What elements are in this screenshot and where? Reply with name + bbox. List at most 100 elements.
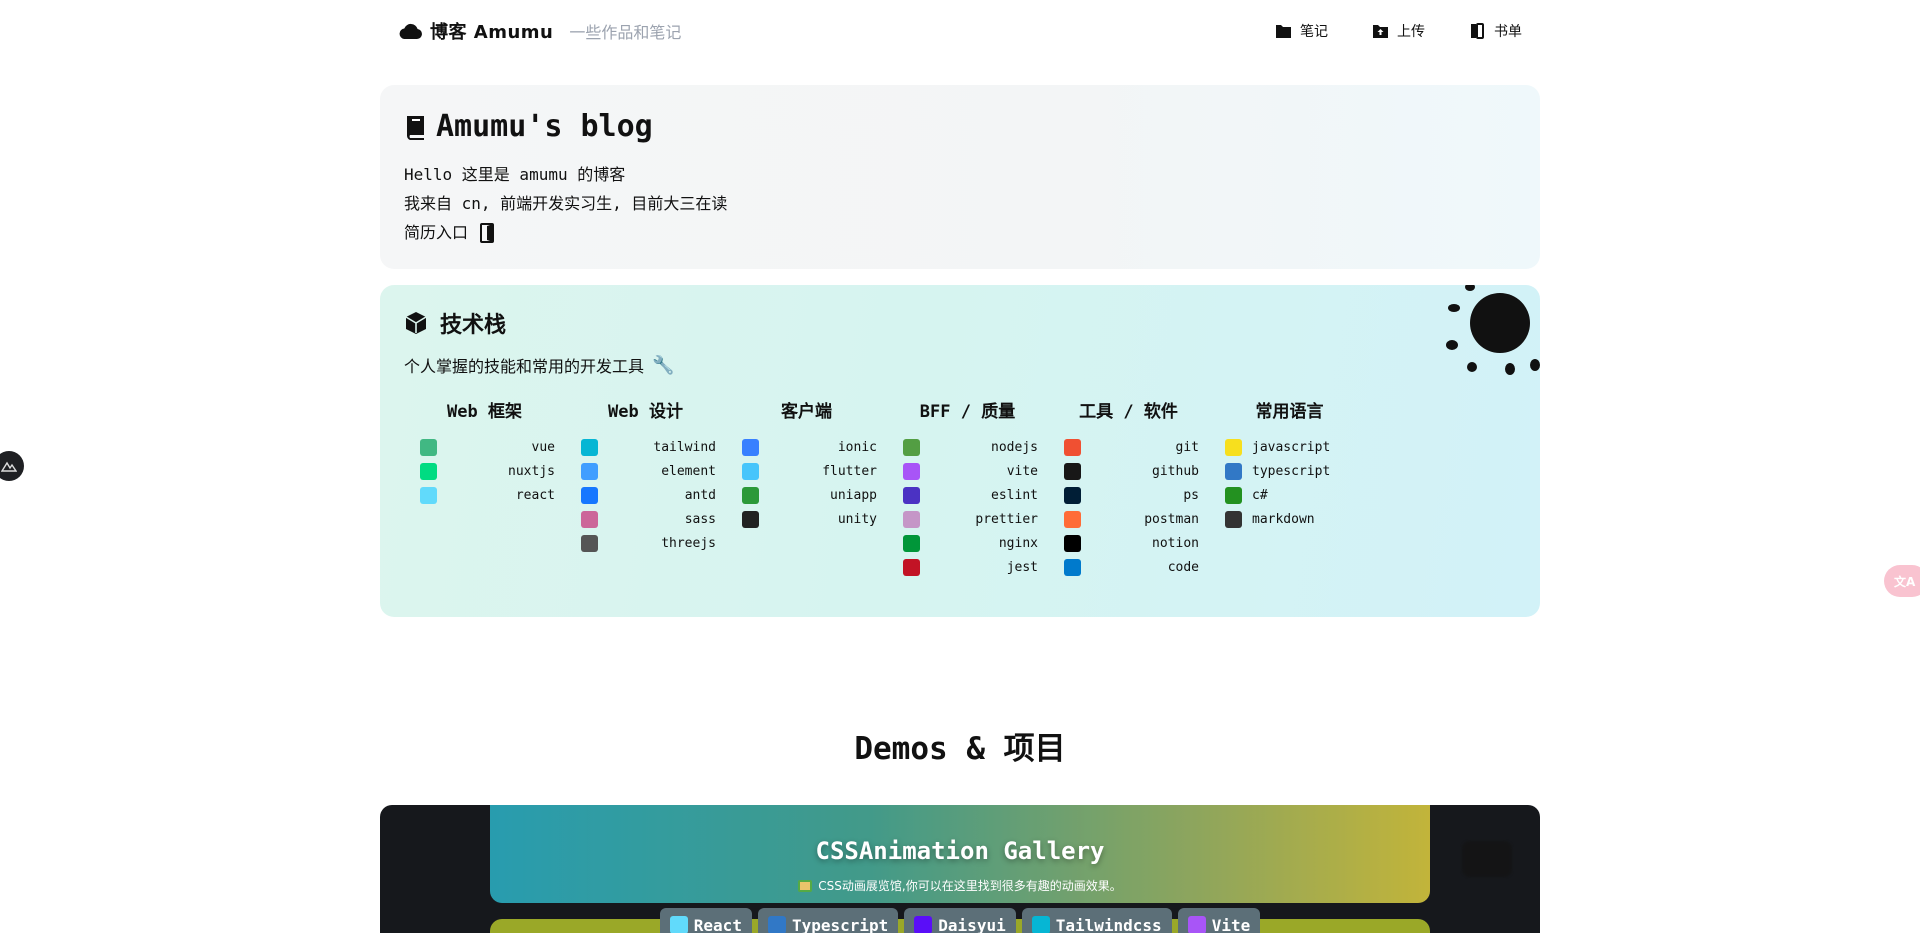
tech-item-label: vite xyxy=(1006,463,1038,479)
tech-item-label: eslint xyxy=(991,487,1038,503)
threejs-icon xyxy=(581,534,598,552)
postman-icon xyxy=(1064,510,1081,528)
book-icon xyxy=(407,115,424,140)
cube-icon xyxy=(405,312,427,334)
tech-tag-label: Typescript xyxy=(791,915,889,933)
tech-column-heading: Web 框架 xyxy=(447,402,522,422)
tech-item: nodejs xyxy=(887,435,1048,459)
tech-item-label: element xyxy=(661,463,716,479)
tech-column-heading: BFF / 质量 xyxy=(919,402,1016,422)
uniapp-icon xyxy=(742,486,759,504)
vue-icon xyxy=(420,438,437,456)
sun-decoration-icon xyxy=(1446,285,1540,375)
tech-tag: Tailwindcss xyxy=(1021,908,1172,933)
side-toggle-button[interactable] xyxy=(0,451,24,481)
tech-item-label: uniapp xyxy=(830,487,877,503)
typescript-icon xyxy=(767,916,786,933)
tech-tag-label: Vite xyxy=(1211,915,1251,933)
tech-column: 客户端 ionic flutter uniapp unity xyxy=(726,397,887,579)
tech-column-heading: 常用语言 xyxy=(1255,402,1324,422)
tech-column: 工具 / 软件 git github ps postman notion code xyxy=(1048,397,1209,579)
tech-item-label: tailwind xyxy=(653,439,716,455)
translate-icon: 文A xyxy=(1894,574,1916,589)
tech-item-label: c# xyxy=(1252,487,1268,503)
tech-tag-label: Daisyui xyxy=(938,915,1006,933)
tech-tag-label: Tailwindcss xyxy=(1055,915,1162,933)
blog-intro-card: Amumu's blog Hello 这里是 amumu 的博客 我来自 cn,… xyxy=(380,85,1540,269)
tech-item-label: postman xyxy=(1144,511,1199,527)
prettier-icon xyxy=(903,510,920,528)
translate-button[interactable]: 文A xyxy=(1884,565,1920,597)
nav-item-upload[interactable]: 上传 xyxy=(1372,21,1425,41)
wrench-icon: 🔧 xyxy=(652,354,675,376)
tech-item-label: code xyxy=(1167,559,1199,575)
nginx-icon xyxy=(903,534,920,552)
tech-columns: Web 框架 vue nuxtjs react Web 设计 tailwind elemen… xyxy=(404,397,1370,579)
tech-stack-card: 技术栈 个人掌握的技能和常用的开发工具 🔧 Web 框架 vue nuxtjs rea… xyxy=(380,285,1540,617)
nodejs-icon xyxy=(903,438,920,456)
tech-item: nginx xyxy=(887,531,1048,555)
tech-item: code xyxy=(1048,555,1209,579)
tech-item-label: flutter xyxy=(822,463,877,479)
tech-item-label: nodejs xyxy=(991,439,1038,455)
tech-item: notion xyxy=(1048,531,1209,555)
nav-item-books[interactable]: 书单 xyxy=(1469,21,1522,41)
tech-item: c# xyxy=(1209,483,1370,507)
tech-column-heading: 客户端 xyxy=(781,402,832,422)
github-icon xyxy=(1064,462,1081,480)
tech-column-heading: 工具 / 软件 xyxy=(1079,402,1178,422)
sass-icon xyxy=(581,510,598,528)
react-icon xyxy=(420,486,437,504)
tech-tag: Vite xyxy=(1177,908,1261,933)
demos-section-title: Demos & 项目 xyxy=(854,731,1066,767)
element-icon xyxy=(581,462,598,480)
tech-item-label: ps xyxy=(1183,487,1199,503)
door-enter-icon xyxy=(480,222,495,243)
vite-icon xyxy=(903,462,920,480)
nav-item-label: 上传 xyxy=(1397,24,1425,40)
tech-stack-subtitle-text: 个人掌握的技能和常用的开发工具 xyxy=(404,357,645,376)
notion-icon xyxy=(1064,534,1081,552)
jest-icon xyxy=(903,558,920,576)
tech-item: vue xyxy=(404,435,565,459)
tech-item-label: nuxtjs xyxy=(508,463,555,479)
tech-item: prettier xyxy=(887,507,1048,531)
brand-subtitle: 一些作品和笔记 xyxy=(569,23,682,42)
books-icon xyxy=(1471,23,1484,39)
tech-item-label: sass xyxy=(684,511,716,527)
top-navbar: 博客 Amumu 一些作品和笔记 笔记 上传 书单 xyxy=(380,0,1540,62)
tech-item: threejs xyxy=(565,531,726,555)
nav-item-label: 书单 xyxy=(1494,24,1522,40)
javascript-icon xyxy=(1225,438,1242,456)
demo-card-title: CSSAnimation Gallery xyxy=(815,837,1105,865)
tech-item-label: notion xyxy=(1152,535,1199,551)
csharp-icon xyxy=(1225,486,1242,504)
nav-item-notes[interactable]: 笔记 xyxy=(1275,21,1328,41)
cloud-icon xyxy=(399,23,422,39)
tech-item: react xyxy=(404,483,565,507)
tech-item: flutter xyxy=(726,459,887,483)
tech-item: javascript xyxy=(1209,435,1370,459)
brand-link[interactable]: 博客 Amumu 一些作品和笔记 xyxy=(398,18,681,44)
intro-line-2: 我来自 cn, 前端开发实习生, 目前大三在读 xyxy=(404,194,728,213)
tailwind-icon xyxy=(581,438,598,456)
unity-icon xyxy=(742,510,759,528)
tailwind-icon xyxy=(1031,916,1050,933)
daisyui-icon xyxy=(914,916,933,933)
demo-tech-tags: React Typescript Daisyui Tailwindcss Vite xyxy=(380,908,1540,933)
tech-item-label: nginx xyxy=(998,535,1038,551)
tech-item-label: jest xyxy=(1006,559,1038,575)
tech-column-heading: Web 设计 xyxy=(608,402,683,422)
folder-icon xyxy=(1276,25,1291,38)
resume-link[interactable]: 简历入口 xyxy=(404,218,1516,247)
blog-title-text: Amumu's blog xyxy=(436,109,653,144)
tech-item: typescript xyxy=(1209,459,1370,483)
demo-card-description: CSS动画展览馆,你可以在这里找到很多有趣的动画效果。 xyxy=(380,877,1540,894)
vscode-icon xyxy=(1064,558,1081,576)
intro-line-1: Hello 这里是 amumu 的博客 xyxy=(404,165,626,184)
demo-card[interactable]: CSSAnimation Gallery CSS动画展览馆,你可以在这里找到很多… xyxy=(380,805,1540,933)
tech-item: vite xyxy=(887,459,1048,483)
tech-item-label: ionic xyxy=(837,439,877,455)
tech-item: github xyxy=(1048,459,1209,483)
tech-item: markdown xyxy=(1209,507,1370,531)
